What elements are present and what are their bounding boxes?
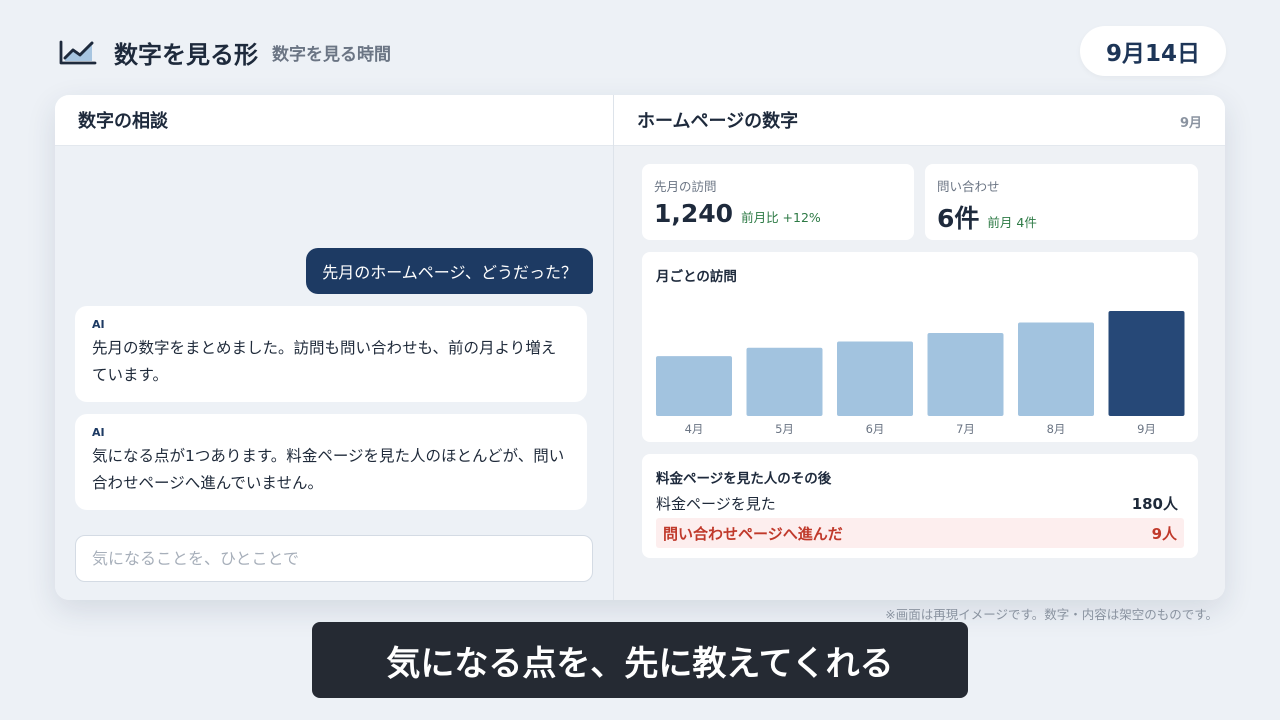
chart-bar-2: [746, 347, 823, 416]
funnel-value: 9人: [1151, 524, 1177, 543]
stat-delta: 前月 4件: [987, 215, 1037, 230]
funnel-title: 料金ページを見た人のその後: [656, 471, 832, 487]
caption: 気になる点を、先に教えてくれる: [312, 622, 968, 698]
user-message: 先月のホームページ、どうだった？: [306, 248, 593, 294]
chart-bar-4: [927, 333, 1004, 416]
stat-value: 6件: [937, 204, 980, 233]
site-panel: ホームページの数字 9月 先月の訪問 1,240 前月比 +12% 問い合わせ …: [614, 95, 1225, 600]
stat-label: 問い合わせ: [937, 179, 1000, 194]
main-card: 数字の相談 先月のホームページ、どうだった？ AI 先月の数字をまとめました。訪…: [55, 95, 1225, 600]
chat-title: 数字の相談: [78, 111, 168, 132]
chat-header: 数字の相談: [55, 95, 613, 146]
stat-delta: 前月比 +12%: [741, 210, 821, 225]
chart-x-label: 8月: [1047, 422, 1066, 436]
app-header: 数字を見る形 数字を見る時間: [58, 30, 391, 74]
stat-card-visits: 先月の訪問 1,240 前月比 +12%: [642, 164, 914, 240]
chart-bar-6: [1108, 311, 1185, 416]
ai-message-text: 先月の数字をまとめました。訪問も問い合わせも、前の月より増えています。: [92, 339, 557, 384]
chart-x-label: 7月: [956, 422, 975, 436]
chat-input[interactable]: [75, 535, 593, 582]
app-title: 数字を見る形: [114, 40, 258, 69]
stat-value: 1,240: [654, 199, 734, 228]
ai-tag: AI: [92, 426, 105, 439]
funnel-card: 料金ページを見た人のその後 料金ページを見た 180人 問い合わせページへ進んだ…: [642, 454, 1198, 558]
site-title: ホームページの数字: [637, 111, 799, 132]
chart-bar-1: [656, 356, 732, 416]
ai-message-text: 気になる点が1つあります。料金ページを見た人のほとんどが、問い合わせページへ進ん…: [92, 447, 565, 492]
funnel-row-proceeded: 問い合わせページへ進んだ 9人: [656, 518, 1184, 548]
ai-message: AI 先月の数字をまとめました。訪問も問い合わせも、前の月より増えています。: [75, 306, 587, 402]
bar-chart: 4月 5月 6月 7月 8月 9月: [656, 311, 1185, 436]
line-chart-icon: [59, 40, 97, 65]
funnel-row-viewed: 料金ページを見た 180人: [656, 488, 1184, 518]
ai-message: AI 気になる点が1つあります。料金ページを見た人のほとんどが、問い合わせページ…: [75, 414, 587, 510]
chart-x-label: 4月: [685, 422, 704, 436]
stat-card-inquiries: 問い合わせ 6件 前月 4件: [925, 164, 1198, 240]
stat-label: 先月の訪問: [654, 179, 717, 194]
date-pill: 9月14日: [1080, 26, 1226, 76]
monthly-visits-chart: 月ごとの訪問 4月 5月 6月 7月 8月 9月: [642, 252, 1198, 442]
chart-x-label: 5月: [775, 422, 794, 436]
funnel-label: 料金ページを見た: [656, 494, 776, 513]
chart-bar-5: [1018, 322, 1094, 416]
app-subtitle: 数字を見る時間: [272, 44, 391, 65]
chart-x-label: 6月: [866, 422, 885, 436]
disclaimer: ※画面は再現イメージです。数字・内容は架空のものです。: [885, 607, 1218, 622]
chat-panel: 数字の相談 先月のホームページ、どうだった？ AI 先月の数字をまとめました。訪…: [55, 95, 613, 600]
chart-x-label: 9月: [1137, 422, 1156, 436]
ai-tag: AI: [92, 318, 105, 331]
funnel-label: 問い合わせページへ進んだ: [663, 524, 843, 543]
site-header: ホームページの数字 9月: [614, 95, 1225, 146]
month-label: 9月: [1179, 116, 1202, 131]
chart-bar-3: [837, 341, 913, 416]
funnel-value: 180人: [1131, 494, 1178, 513]
